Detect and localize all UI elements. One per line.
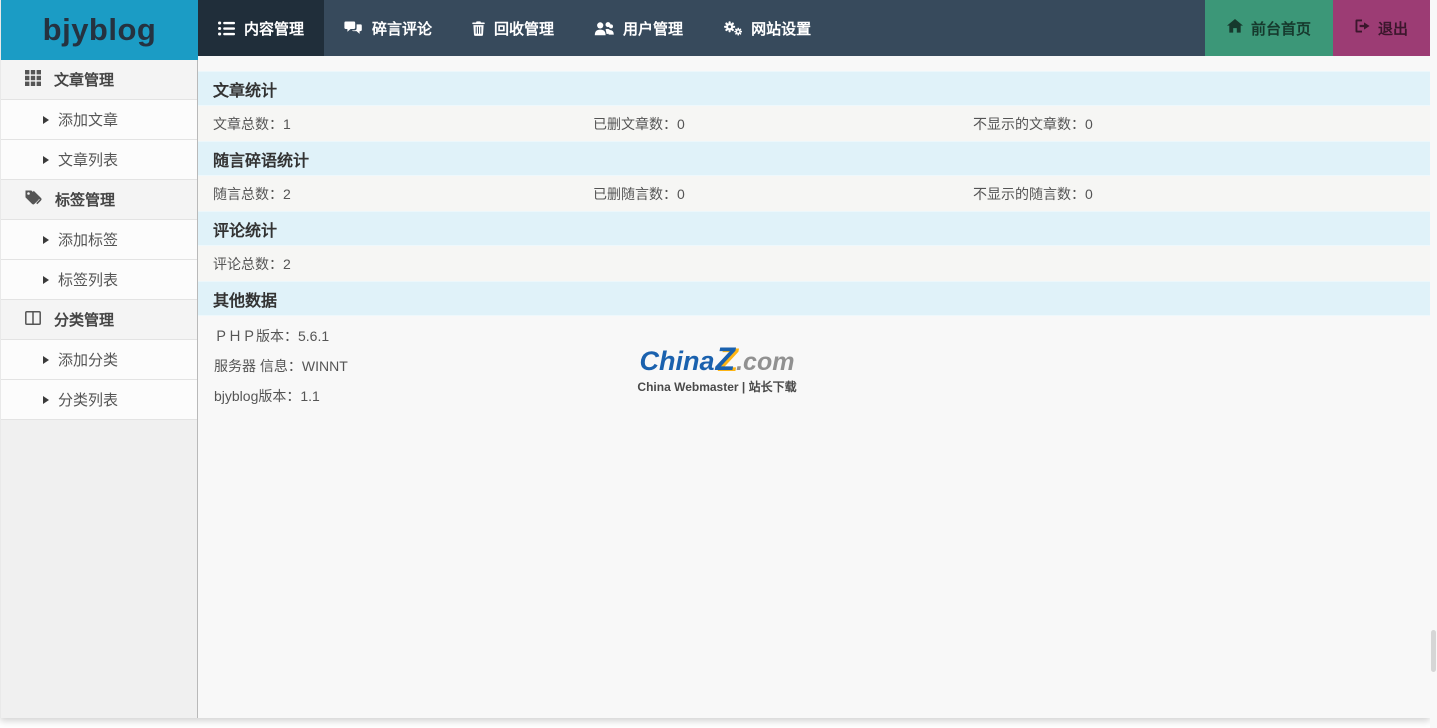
caret-right-icon: [43, 396, 49, 404]
caret-right-icon: [43, 156, 49, 164]
nav-item-site-settings[interactable]: 网站设置: [703, 0, 831, 56]
dashboard-content: 文章统计 文章总数：1 已删文章数：0 不显示的文章数：0 随言碎语统计 随言总…: [198, 56, 1430, 718]
sidebar-filler: [1, 420, 197, 718]
sidebar-item-tag-management[interactable]: 标签管理: [1, 180, 197, 220]
sidebar-item-label: 标签列表: [58, 269, 118, 290]
nav-item-users[interactable]: 用户管理: [574, 0, 703, 56]
sidebar-item-label: 文章管理: [54, 69, 114, 90]
nav-item-comments[interactable]: 碎言评论: [324, 0, 452, 56]
sidebar-item-category-list[interactable]: 分类列表: [1, 380, 197, 420]
front-page-button[interactable]: 前台首页: [1205, 0, 1333, 56]
stat-article-total: 文章总数：1: [198, 114, 578, 134]
tags-icon: [25, 190, 42, 209]
grid-icon: [25, 70, 41, 90]
section-row: 评论总数：2: [198, 246, 1430, 281]
sidebar-item-label: 标签管理: [55, 189, 115, 210]
nav-item-label: 用户管理: [623, 18, 683, 39]
admin-window: bjyblog 内容管理 碎言评论 回收管理: [0, 0, 1430, 718]
nav-item-content-management[interactable]: 内容管理: [198, 0, 324, 56]
stat-server-info: 服务器 信息：WINNT: [198, 351, 1430, 381]
sidebar-item-label: 文章列表: [58, 149, 118, 170]
caret-right-icon: [43, 276, 49, 284]
nav-item-recycle[interactable]: 回收管理: [452, 0, 574, 56]
nav-item-label: 碎言评论: [372, 18, 432, 39]
nav-item-label: 内容管理: [244, 18, 304, 39]
stat-article-deleted: 已删文章数：0: [578, 114, 958, 134]
main-nav: 内容管理 碎言评论 回收管理 用户管理: [198, 0, 831, 56]
sidebar-item-article-list[interactable]: 文章列表: [1, 140, 197, 180]
stat-comment-total: 评论总数：2: [198, 254, 578, 274]
logout-icon: [1355, 19, 1370, 37]
stat-mood-total: 随言总数：2: [198, 184, 578, 204]
site-logo: bjyblog: [1, 0, 198, 60]
list-icon: [218, 21, 235, 36]
scrollbar-thumb[interactable]: [1431, 630, 1436, 672]
sidebar-item-category-management[interactable]: 分类管理: [1, 300, 197, 340]
stat-article-hidden: 不显示的文章数：0: [958, 114, 1338, 134]
comments-icon: [344, 21, 363, 36]
caret-right-icon: [43, 116, 49, 124]
body-frame: 文章管理 添加文章 文章列表 标签管理 添加标签: [1, 56, 1430, 718]
scrollbar-track[interactable]: [1430, 0, 1437, 728]
gears-icon: [723, 20, 742, 36]
sidebar-item-label: 添加分类: [58, 349, 118, 370]
stat-bjyblog-version: bjyblog版本：1.1: [198, 381, 1430, 411]
nav-item-label: 回收管理: [494, 18, 554, 39]
stat-mood-hidden: 不显示的随言数：0: [958, 184, 1338, 204]
section-row: 随言总数：2 已删随言数：0 不显示的随言数：0: [198, 176, 1430, 211]
sidebar-item-add-article[interactable]: 添加文章: [1, 100, 197, 140]
section-row: 文章总数：1 已删文章数：0 不显示的文章数：0: [198, 106, 1430, 141]
section-title-article-stats: 文章统计: [198, 71, 1430, 106]
sidebar-item-label: 分类列表: [58, 389, 118, 410]
logout-button[interactable]: 退出: [1333, 0, 1430, 56]
sidebar: 文章管理 添加文章 文章列表 标签管理 添加标签: [1, 56, 198, 718]
sidebar-item-label: 添加标签: [58, 229, 118, 250]
nav-item-label: 网站设置: [751, 18, 811, 39]
front-page-label: 前台首页: [1251, 18, 1311, 39]
top-navbar: bjyblog 内容管理 碎言评论 回收管理: [1, 0, 1430, 56]
sidebar-item-add-tag[interactable]: 添加标签: [1, 220, 197, 260]
sidebar-item-label: 分类管理: [54, 309, 114, 330]
trash-icon: [472, 21, 485, 36]
section-title-other-data: 其他数据: [198, 281, 1430, 316]
stat-mood-deleted: 已删随言数：0: [578, 184, 958, 204]
logout-label: 退出: [1378, 18, 1408, 39]
caret-right-icon: [43, 236, 49, 244]
section-title-comment-stats: 评论统计: [198, 211, 1430, 246]
home-icon: [1227, 19, 1243, 37]
sidebar-item-add-category[interactable]: 添加分类: [1, 340, 197, 380]
sidebar-item-tag-list[interactable]: 标签列表: [1, 260, 197, 300]
stat-php-version: ＰＨＰ版本：5.6.1: [198, 321, 1430, 351]
sidebar-item-article-management[interactable]: 文章管理: [1, 60, 197, 100]
columns-icon: [25, 311, 41, 329]
section-title-mood-stats: 随言碎语统计: [198, 141, 1430, 176]
other-data-list: ＰＨＰ版本：5.6.1 服务器 信息：WINNT bjyblog版本：1.1: [198, 316, 1430, 411]
navbar-actions: 前台首页 退出: [1205, 0, 1430, 56]
users-icon: [594, 21, 614, 36]
caret-right-icon: [43, 356, 49, 364]
sidebar-item-label: 添加文章: [58, 109, 118, 130]
